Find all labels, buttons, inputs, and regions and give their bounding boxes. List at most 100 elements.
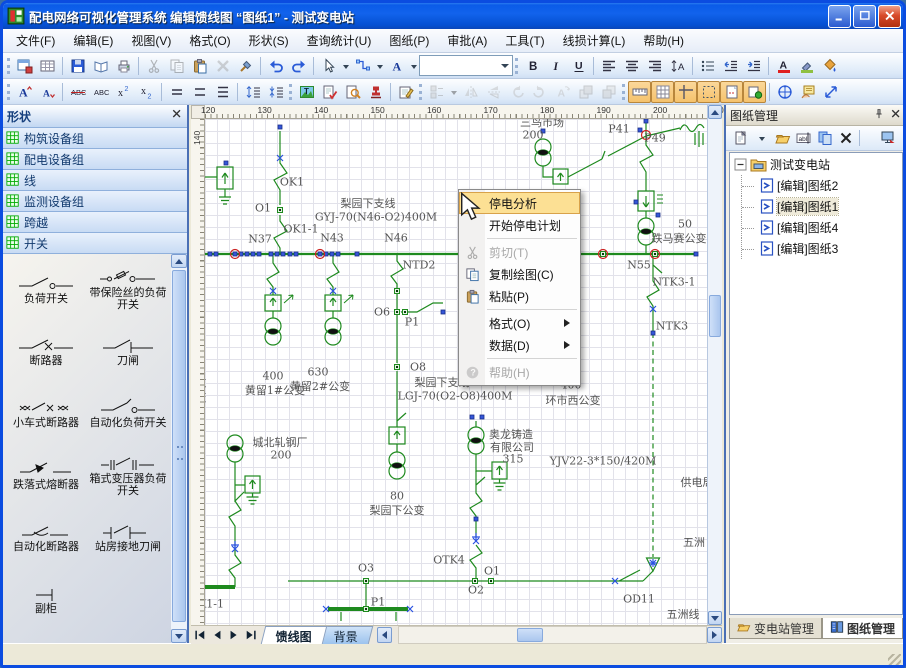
scroll-up-icon[interactable] [708,105,722,119]
strike-button[interactable]: ABC [66,81,89,103]
shape-item[interactable]: 自动化负荷开关 [87,382,169,444]
note-edit-button[interactable] [394,81,417,103]
bullets-button[interactable] [696,55,719,77]
font-bigger-button[interactable]: A [13,81,36,103]
rotate-r-button[interactable] [528,81,551,103]
scroll-up-icon[interactable] [171,254,187,268]
shape-item[interactable]: 带保险丝的负荷开关 [87,258,169,320]
arrows-tool-button[interactable] [819,81,842,103]
last-sheet-icon[interactable] [242,627,259,643]
stamp-button[interactable] [364,81,387,103]
connector-button[interactable] [351,55,374,77]
menu-item[interactable]: 文件(F) [7,29,64,52]
tree-node-substation[interactable]: 测试变电站 [730,153,902,175]
align-right-button[interactable] [643,55,666,77]
tree-node-drawing[interactable]: [编辑]图纸3 [730,238,902,259]
caret-button[interactable] [751,128,772,148]
scroll-right-icon[interactable] [707,627,722,643]
caret-button[interactable] [408,55,419,77]
shape-align-button[interactable] [425,81,448,103]
shape-item[interactable]: 负荷开关 [5,258,87,320]
context-menu-item[interactable]: 复制绘图(C) [459,263,580,285]
shape-item[interactable]: 自动化断路器 [5,506,87,568]
table-tool-button[interactable] [36,55,59,77]
grid-toggle-button[interactable] [651,81,674,103]
flip-v-button[interactable] [482,81,505,103]
bold-button[interactable]: B [521,55,544,77]
pointer-button[interactable] [317,55,340,77]
paste-button[interactable] [188,55,211,77]
shapes-panel-close-icon[interactable] [171,107,183,125]
sheet-tab[interactable]: 背景 [319,626,374,644]
menu-item[interactable]: 编辑(E) [64,29,122,52]
menu-item[interactable]: 审批(A) [438,29,496,52]
tree-node-drawing[interactable]: [编辑]图纸2 [730,175,902,196]
para-space-dec-button[interactable] [264,81,287,103]
cut-button[interactable] [142,55,165,77]
indent-button[interactable] [742,55,765,77]
guides-toggle-button[interactable] [674,81,697,103]
para-space-inc-button[interactable] [241,81,264,103]
diagram-image-button[interactable]: T [295,81,318,103]
scroll-down-icon[interactable] [708,611,722,625]
menu-item[interactable]: 视图(V) [122,29,180,52]
drawings-panel-close-icon[interactable] [885,108,902,123]
line-spacing-15-button[interactable] [188,81,211,103]
pages-copy-button[interactable] [814,128,835,148]
shape-item[interactable]: 断路器 [5,320,87,382]
shape-item[interactable]: 刀闸 [87,320,169,382]
menu-item[interactable]: 查询统计(U) [298,29,381,52]
scrollbar-thumb[interactable] [709,295,721,337]
fill-color-button[interactable] [818,55,841,77]
canvas-horizontal-scrollbar[interactable] [398,626,707,644]
sheet-tab[interactable]: 馈线图 [261,626,328,644]
marquee-toggle-button[interactable] [697,81,720,103]
text-rotate-button[interactable]: A [551,81,574,103]
close-button[interactable] [878,5,901,28]
title-bar[interactable]: 配电网络可视化管理系统 编辑馈线图 “图纸1” - 测试变电站 [3,3,903,29]
line-spacing-2-button[interactable] [211,81,234,103]
new-drawing-button[interactable] [13,55,36,77]
menu-item[interactable]: 图纸(P) [380,29,438,52]
bring-front-button[interactable] [574,81,597,103]
highlight-color-button[interactable] [795,55,818,77]
tree-node-drawing[interactable]: [编辑]图纸1 [730,196,902,217]
panel-tab[interactable]: 变电站管理 [729,618,822,639]
line-spacing-1-button[interactable] [165,81,188,103]
save-button[interactable] [66,55,89,77]
print-button[interactable] [112,55,135,77]
ruler-toggle-button[interactable] [628,81,651,103]
send-back-button[interactable] [597,81,620,103]
glue-toggle-button[interactable] [743,81,766,103]
previous-sheet-icon[interactable] [208,627,225,643]
format-painter-button[interactable] [234,55,257,77]
pin-icon[interactable] [868,108,885,123]
scrollbar-thumb[interactable] [517,628,543,642]
delete-button[interactable] [211,55,234,77]
scroll-down-icon[interactable] [171,629,187,643]
shape-category[interactable]: 线 [3,170,187,191]
undo-button[interactable] [264,55,287,77]
pagebreak-toggle-button[interactable] [720,81,743,103]
rotate-l-button[interactable] [505,81,528,103]
italic-button[interactable]: I [544,55,567,77]
menu-item[interactable]: 工具(T) [496,29,553,52]
text-tool-button[interactable]: A [385,55,408,77]
first-sheet-icon[interactable] [191,627,208,643]
shape-item[interactable]: 副柜 [5,568,87,630]
sheet-check-button[interactable] [318,81,341,103]
caret-button[interactable] [340,55,351,77]
outdent-button[interactable] [719,55,742,77]
shape-category[interactable]: 构筑设备组 [3,128,187,149]
maximize-button[interactable] [853,5,876,28]
shape-item[interactable]: 小车式断路器 [5,382,87,444]
shape-category[interactable]: 监测设备组 [3,191,187,212]
props-tool-button[interactable] [796,81,819,103]
flip-h-button[interactable] [459,81,482,103]
menu-item[interactable]: 格式(O) [180,29,239,52]
style-combobox[interactable] [419,55,513,76]
shape-category[interactable]: 配电设备组 [3,149,187,170]
subscript-button[interactable]: x2 [135,81,158,103]
next-sheet-icon[interactable] [225,627,242,643]
align-center-button[interactable] [620,55,643,77]
